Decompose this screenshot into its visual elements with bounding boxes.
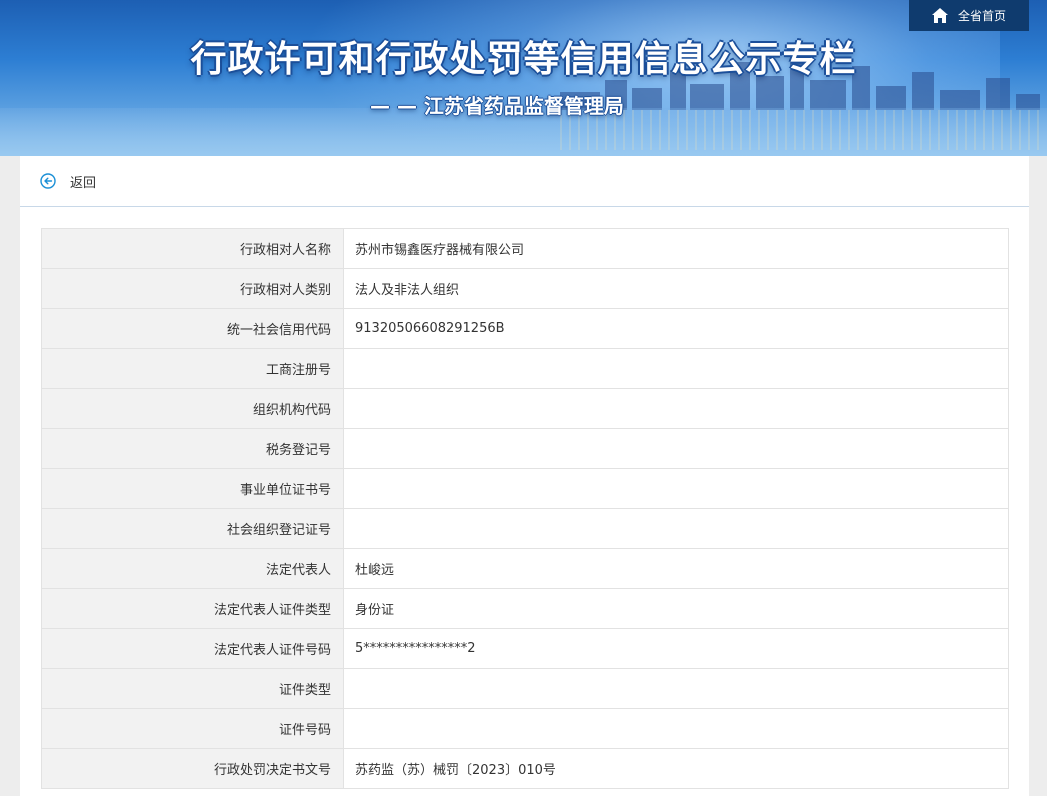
field-value: 杜峻远 [343,548,1009,589]
field-label: 行政相对人类别 [41,268,344,309]
field-value: 5****************2 [343,628,1009,669]
detail-panel: 返回 行政相对人名称 苏州市锡鑫医疗器械有限公司 行政相对人类别 法人及非法人组织 统一… [20,156,1029,796]
table-row: 社会组织登记证号 [41,508,1009,549]
table-row: 法定代表人证件号码 5****************2 [41,628,1009,669]
table-row: 行政相对人名称 苏州市锡鑫医疗器械有限公司 [41,228,1009,269]
banner-reflection [560,110,1040,150]
home-icon [931,8,948,23]
table-row: 组织机构代码 [41,388,1009,429]
table-row: 证件号码 [41,708,1009,749]
page-title: 行政许可和行政处罚等信用信息公示专栏 [190,39,857,80]
field-label: 事业单位证书号 [41,468,344,509]
field-label: 社会组织登记证号 [41,508,344,549]
table-row: 工商注册号 [41,348,1009,389]
table-row: 法定代表人 杜峻远 [41,548,1009,589]
back-button[interactable]: 返回 [20,156,1029,207]
back-label: 返回 [70,175,97,191]
field-label: 税务登记号 [41,428,344,469]
field-value [343,508,1009,549]
table-row: 行政处罚决定书文号 苏药监（苏）械罚〔2023〕010号 [41,748,1009,789]
table-row: 法定代表人证件类型 身份证 [41,588,1009,629]
field-label: 组织机构代码 [41,388,344,429]
field-label: 法定代表人证件类型 [41,588,344,629]
field-value: 91320506608291256B [343,308,1009,349]
back-arrow-circle-icon [40,173,56,189]
field-label: 法定代表人证件号码 [41,628,344,669]
header-banner: 全省首页 行政许可和行政处罚等信用信息公示专栏 — — 江苏省药品监督管理局 [0,0,1047,156]
field-value [343,668,1009,709]
field-value [343,708,1009,749]
page-subtitle: — — 江苏省药品监督管理局 [370,94,624,118]
field-value [343,468,1009,509]
field-label: 证件号码 [41,708,344,749]
table-row: 事业单位证书号 [41,468,1009,509]
field-label: 法定代表人 [41,548,344,589]
field-label: 统一社会信用代码 [41,308,344,349]
field-value [343,388,1009,429]
field-value [343,348,1009,389]
field-label: 行政相对人名称 [41,228,344,269]
field-value: 苏药监（苏）械罚〔2023〕010号 [343,748,1009,789]
info-table: 行政相对人名称 苏州市锡鑫医疗器械有限公司 行政相对人类别 法人及非法人组织 统一社会信… [41,228,1009,789]
field-value: 法人及非法人组织 [343,268,1009,309]
field-label: 证件类型 [41,668,344,709]
table-row: 证件类型 [41,668,1009,709]
home-button-label: 全省首页 [957,9,1006,23]
field-value: 身份证 [343,588,1009,629]
home-button[interactable]: 全省首页 [909,0,1029,31]
table-row: 统一社会信用代码 91320506608291256B [41,308,1009,349]
field-label: 工商注册号 [41,348,344,389]
field-label: 行政处罚决定书文号 [41,748,344,789]
field-value: 苏州市锡鑫医疗器械有限公司 [343,228,1009,269]
table-row: 行政相对人类别 法人及非法人组织 [41,268,1009,309]
field-value [343,428,1009,469]
table-row: 税务登记号 [41,428,1009,469]
